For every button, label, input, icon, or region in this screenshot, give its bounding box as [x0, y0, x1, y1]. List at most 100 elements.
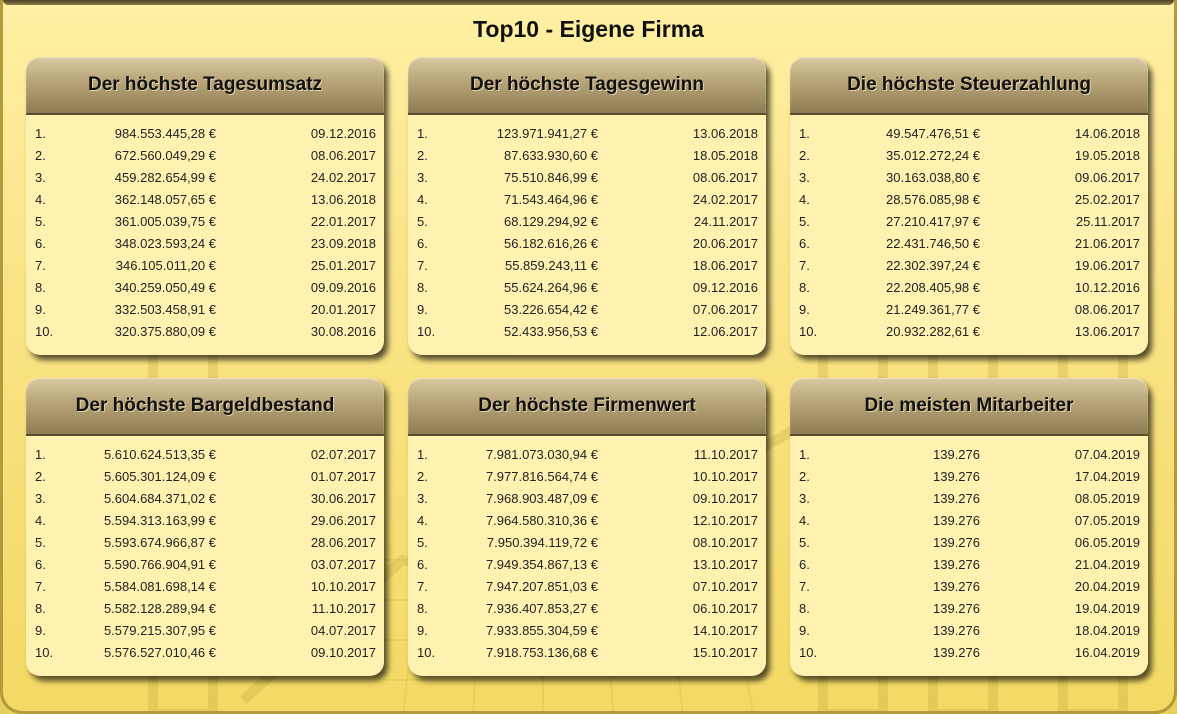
rank-label: 4.: [417, 192, 428, 207]
rank-label: 10.: [799, 645, 818, 660]
value-label: 7.933.855.304,59 €: [485, 623, 598, 638]
value-label: 20.932.282,61 €: [886, 324, 980, 339]
list-item: 7. 139.276 20.04.2019: [790, 576, 1148, 598]
value-label: 87.633.930,60 €: [504, 148, 598, 163]
date-label: 19.04.2019: [1074, 601, 1140, 616]
list-item: 9. 139.276 18.04.2019: [790, 620, 1148, 642]
date-label: 08.06.2017: [692, 170, 758, 185]
value-label: 5.610.624.513,35 €: [103, 447, 216, 462]
list-item: 5. 361.005.039,75 € 22.01.2017: [26, 211, 384, 233]
date-label: 07.05.2019: [1074, 513, 1140, 528]
value-label: 7.947.207.851,03 €: [485, 579, 598, 594]
list-item: 3. 139.276 08.05.2019: [790, 488, 1148, 510]
list-item: 1. 984.553.445,28 € 09.12.2016: [26, 123, 384, 145]
date-label: 18.06.2017: [692, 258, 758, 273]
value-label: 56.182.616,26 €: [504, 236, 598, 251]
list-item: 6. 22.431.746,50 € 21.06.2017: [790, 233, 1148, 255]
value-label: 5.579.215.307,95 €: [103, 623, 216, 638]
list-item: 2. 672.560.049,29 € 08.06.2017: [26, 145, 384, 167]
list-item: 4. 7.964.580.310,36 € 12.10.2017: [408, 510, 766, 532]
list-item: 9. 5.579.215.307,95 € 04.07.2017: [26, 620, 384, 642]
list-item: 10. 20.932.282,61 € 13.06.2017: [790, 321, 1148, 343]
card-title: Der höchste Tagesgewinn: [408, 57, 766, 115]
date-label: 17.04.2019: [1074, 469, 1140, 484]
date-label: 25.02.2017: [1074, 192, 1140, 207]
list-item: 8. 22.208.405,98 € 10.12.2016: [790, 277, 1148, 299]
rank-label: 9.: [799, 623, 810, 638]
rank-label: 1.: [417, 126, 428, 141]
date-label: 18.04.2019: [1074, 623, 1140, 638]
rank-label: 4.: [35, 192, 46, 207]
ranking-list: 1. 123.971.941,27 € 13.06.2018 2. 87.633.930…: [408, 115, 766, 343]
value-label: 53.226.654,42 €: [504, 302, 598, 317]
list-item: 8. 139.276 19.04.2019: [790, 598, 1148, 620]
rank-label: 1.: [417, 447, 428, 462]
list-item: 5. 7.950.394.119,72 € 08.10.2017: [408, 532, 766, 554]
card-bargeldbestand: Der höchste Bargeldbestand 1. 5.610.624.51…: [26, 378, 384, 676]
rank-label: 8.: [417, 280, 428, 295]
list-item: 7. 55.859.243,11 € 18.06.2017: [408, 255, 766, 277]
ranking-list: 1. 139.276 07.04.2019 2. 139.276 17.04.2019 3.…: [790, 436, 1148, 664]
rank-label: 2.: [417, 148, 428, 163]
list-item: 5. 68.129.294,92 € 24.11.2017: [408, 211, 766, 233]
date-label: 13.06.2018: [310, 192, 376, 207]
date-label: 09.06.2017: [1074, 170, 1140, 185]
date-label: 24.02.2017: [692, 192, 758, 207]
card-firmenwert: Der höchste Firmenwert 1. 7.981.073.030,94…: [408, 378, 766, 676]
date-label: 22.01.2017: [310, 214, 376, 229]
rank-label: 5.: [35, 214, 46, 229]
value-label: 5.576.527.010,46 €: [103, 645, 216, 660]
value-label: 75.510.846,99 €: [504, 170, 598, 185]
ranking-list: 1. 5.610.624.513,35 € 02.07.2017 2. 5.605.30…: [26, 436, 384, 664]
list-item: 3. 30.163.038,80 € 09.06.2017: [790, 167, 1148, 189]
rank-label: 6.: [799, 236, 810, 251]
value-label: 22.431.746,50 €: [886, 236, 980, 251]
list-item: 8. 340.259.050,49 € 09.09.2016: [26, 277, 384, 299]
rank-label: 1.: [35, 126, 46, 141]
list-item: 5. 5.593.674.966,87 € 28.06.2017: [26, 532, 384, 554]
list-item: 8. 55.624.264,96 € 09.12.2016: [408, 277, 766, 299]
value-label: 320.375.880,09 €: [114, 324, 216, 339]
list-item: 4. 5.594.313.163,99 € 29.06.2017: [26, 510, 384, 532]
rank-label: 4.: [417, 513, 428, 528]
date-label: 10.12.2016: [1074, 280, 1140, 295]
date-label: 24.11.2017: [693, 214, 758, 229]
rank-label: 5.: [35, 535, 46, 550]
list-item: 10. 5.576.527.010,46 € 09.10.2017: [26, 642, 384, 664]
rank-label: 9.: [35, 302, 46, 317]
date-label: 21.06.2017: [1074, 236, 1140, 251]
rank-label: 8.: [799, 280, 810, 295]
value-label: 49.547.476,51 €: [886, 126, 980, 141]
list-item: 2. 7.977.816.564,74 € 10.10.2017: [408, 466, 766, 488]
value-label: 22.208.405,98 €: [886, 280, 980, 295]
list-item: 9. 53.226.654,42 € 07.06.2017: [408, 299, 766, 321]
rank-label: 9.: [417, 623, 428, 638]
value-label: 21.249.361,77 €: [886, 302, 980, 317]
value-label: 459.282.654,99 €: [114, 170, 216, 185]
card-mitarbeiter: Die meisten Mitarbeiter 1. 139.276 07.04.20…: [790, 378, 1148, 676]
card-title: Die höchste Steuerzahlung: [790, 57, 1148, 115]
rank-label: 1.: [799, 447, 810, 462]
card-tagesgewinn: Der höchste Tagesgewinn 1. 123.971.941,27 …: [408, 57, 766, 355]
rank-label: 5.: [799, 214, 810, 229]
date-label: 13.06.2018: [692, 126, 758, 141]
list-item: 9. 21.249.361,77 € 08.06.2017: [790, 299, 1148, 321]
rank-label: 1.: [35, 447, 46, 462]
list-item: 3. 459.282.654,99 € 24.02.2017: [26, 167, 384, 189]
value-label: 22.302.397,24 €: [886, 258, 980, 273]
list-item: 2. 5.605.301.124,09 € 01.07.2017: [26, 466, 384, 488]
list-item: 7. 346.105.011,20 € 25.01.2017: [26, 255, 384, 277]
rank-label: 7.: [35, 579, 46, 594]
value-label: 7.977.816.564,74 €: [485, 469, 598, 484]
rank-label: 6.: [35, 236, 46, 251]
value-label: 7.964.580.310,36 €: [485, 513, 598, 528]
list-item: 5. 27.210.417,97 € 25.11.2017: [790, 211, 1148, 233]
date-label: 09.10.2017: [310, 645, 376, 660]
rank-label: 6.: [799, 557, 810, 572]
rank-label: 9.: [799, 302, 810, 317]
date-label: 12.10.2017: [692, 513, 758, 528]
value-label: 5.593.674.966,87 €: [103, 535, 216, 550]
list-item: 2. 35.012.272,24 € 19.05.2018: [790, 145, 1148, 167]
value-label: 332.503.458,91 €: [114, 302, 216, 317]
date-label: 07.04.2019: [1074, 447, 1140, 462]
